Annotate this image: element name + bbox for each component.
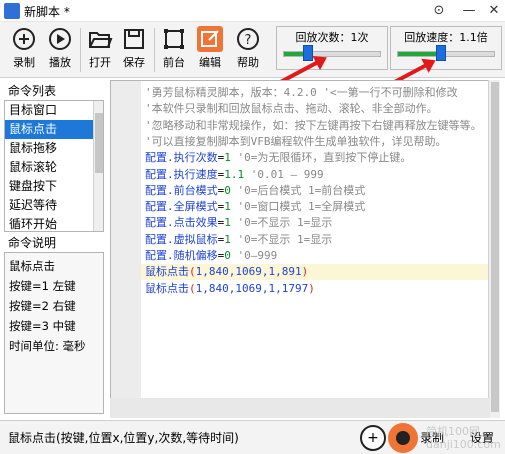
record-status-icon xyxy=(388,423,418,453)
code-line[interactable]: 5配置.执行次数=1 '0=为无限循环，直到按下停止键。 xyxy=(141,150,499,166)
play-count-label: 回放次数：1次 xyxy=(295,31,369,44)
code-line[interactable]: 12鼠标点击(1,840,1069,1,891) xyxy=(141,264,499,281)
command-syntax-hint: 鼠标点击(按键,位置x,位置y,次数,等待时间) xyxy=(8,431,239,445)
record-label: 录制 xyxy=(13,56,35,69)
desc-line: 时间单位: 毫秒 xyxy=(9,339,86,353)
code-text: '勇芳鼠标精灵脚本，版本：4.2.0 '<一第一行不可删除和修改 xyxy=(145,86,458,99)
help-icon: ? xyxy=(237,28,259,50)
scroll-thumb[interactable] xyxy=(95,113,103,173)
window-title: 新脚本 * xyxy=(24,5,70,19)
edit-button[interactable]: 编辑 xyxy=(192,24,228,74)
code-line[interactable]: 7配置.前台模式=0 '0=后台模式 1=前台模式 xyxy=(141,183,499,199)
code-text: 配置.前台模式=0 '0=后台模式 1=前台模式 xyxy=(145,183,366,197)
editor-vertical-scrollbar[interactable] xyxy=(488,80,500,418)
editor-horizontal-scrollbar[interactable] xyxy=(110,398,490,418)
code-line[interactable]: 6配置.执行速度=1.1 '0.01 — 999 xyxy=(141,167,499,183)
code-text: '本软件只录制和回放鼠标点击、拖动、滚轮、非全部动作。 xyxy=(145,102,438,116)
code-text: 配置.全屏模式=1 '0=窗口模式 1=全屏模式 xyxy=(145,200,366,214)
code-text: 配置.随机偏移=0 '0—999 xyxy=(145,249,278,262)
floppy-disk-icon xyxy=(124,29,144,49)
play-speed-slider-box: 回放速度：1.1倍 xyxy=(390,26,502,70)
code-line[interactable]: 9配置.点击效果=1 '0=不显示 1=显示 xyxy=(141,215,499,231)
play-label: 播放 xyxy=(49,56,71,69)
minimize-button[interactable]: — xyxy=(455,0,483,22)
command-list[interactable]: 目标窗口 鼠标点击 鼠标拖移 鼠标滚轮 键盘按下 延迟等待 循环开始 xyxy=(4,100,104,232)
foreground-button[interactable]: 前台 xyxy=(156,24,192,74)
code-text: 配置.点击效果=1 '0=不显示 1=显示 xyxy=(145,216,333,230)
list-item[interactable]: 目标窗口 xyxy=(5,101,93,120)
code-line[interactable]: 1'勇芳鼠标精灵脚本，版本：4.2.0 '<一第一行不可删除和修改 xyxy=(141,85,499,101)
command-description: 鼠标点击 按键=1 左键 按键=2 右键 按键=3 中键 时间单位: 毫秒 xyxy=(4,252,104,414)
record-toggle-button[interactable]: + xyxy=(360,425,386,451)
foreground-label: 前台 xyxy=(163,56,185,69)
code-text: '忽略移动和非常规操作，如：按下左键再按下右键再释放左键等等。 xyxy=(145,118,482,132)
code-line[interactable]: 11配置.随机偏移=0 '0—999 xyxy=(141,248,499,264)
app-icon xyxy=(4,3,20,19)
plus-circle-icon xyxy=(13,28,35,50)
play-circle-icon xyxy=(49,28,71,50)
code-text: 鼠标点击(1,840,1069,1,1797) xyxy=(145,281,315,295)
code-text: 配置.执行速度=1.1 '0.01 — 999 xyxy=(145,167,324,181)
pin-icon[interactable]: ⊙ xyxy=(425,0,453,22)
list-item[interactable]: 键盘按下 xyxy=(5,177,93,196)
line-number-gutter xyxy=(111,81,141,417)
status-bar: 鼠标点击(按键,位置x,位置y,次数,等待时间) + 录制 设置 简机100网 d… xyxy=(0,420,505,454)
play-speed-fill xyxy=(398,52,442,56)
close-button[interactable]: ✕ xyxy=(480,0,505,22)
code-line[interactable]: 3'忽略移动和非常规操作，如：按下左键再按下右键再释放左键等等。 xyxy=(141,118,499,134)
svg-text:?: ? xyxy=(245,33,252,48)
cmd-list-title: 命令列表 xyxy=(8,84,57,98)
list-item[interactable]: 鼠标拖移 xyxy=(5,139,93,158)
code-line[interactable]: 2'本软件只录制和回放鼠标点击、拖动、滚轮、非全部动作。 xyxy=(141,101,499,117)
frame-icon xyxy=(164,29,184,49)
play-count-track[interactable] xyxy=(283,51,381,57)
title-bar: 新脚本 * ⊙ — ✕ xyxy=(0,0,505,22)
left-panel: 命令列表 目标窗口 鼠标点击 鼠标拖移 鼠标滚轮 键盘按下 延迟等待 循环开始 … xyxy=(4,80,104,416)
list-item[interactable]: 鼠标滚轮 xyxy=(5,158,93,177)
code-text: '可以直接复制脚本到VFB编程软件生成单独软件，详见帮助。 xyxy=(145,134,447,148)
folder-open-icon xyxy=(89,32,113,48)
toolbar-separator xyxy=(80,28,81,72)
list-item[interactable]: 延迟等待 xyxy=(5,196,93,215)
desc-line: 按键=3 中键 xyxy=(9,319,76,333)
script-editor[interactable]: 1'勇芳鼠标精灵脚本，版本：4.2.0 '<一第一行不可删除和修改2'本软件只录… xyxy=(110,80,500,418)
play-button[interactable]: 播放 xyxy=(42,24,78,74)
command-list-scrollbar[interactable] xyxy=(93,101,103,231)
desc-line: 按键=1 左键 xyxy=(9,279,76,293)
save-button[interactable]: 保存 xyxy=(116,24,152,74)
open-label: 打开 xyxy=(89,56,111,69)
code-line[interactable]: 10配置.虚拟鼠标=1 '0=不显示 1=显示 xyxy=(141,232,499,248)
play-count-thumb[interactable] xyxy=(302,45,313,61)
help-label: 帮助 xyxy=(237,56,259,69)
watermark-logo: 简机100网 danji100.com xyxy=(426,425,501,451)
help-button[interactable]: ? 帮助 xyxy=(230,24,266,74)
edit-label: 编辑 xyxy=(199,56,221,69)
code-text: 配置.虚拟鼠标=1 '0=不显示 1=显示 xyxy=(145,232,333,246)
save-label: 保存 xyxy=(123,56,145,69)
list-item[interactable]: 循环开始 xyxy=(5,215,93,231)
desc-line: 按键=2 右键 xyxy=(9,299,76,313)
code-line[interactable]: 4'可以直接复制脚本到VFB编程软件生成单独软件，详见帮助。 xyxy=(141,134,499,150)
code-line[interactable]: 8配置.全屏模式=1 '0=窗口模式 1=全屏模式 xyxy=(141,199,499,215)
code-line[interactable]: 13鼠标点击(1,840,1069,1,1797) xyxy=(141,281,499,297)
desc-line: 鼠标点击 xyxy=(9,259,55,273)
edit-icon xyxy=(197,26,223,52)
open-button[interactable]: 打开 xyxy=(82,24,118,74)
play-speed-thumb[interactable] xyxy=(436,45,447,61)
scroll-thumb[interactable] xyxy=(491,82,499,412)
toolbar-separator xyxy=(154,28,155,72)
play-count-slider-box: 回放次数：1次 xyxy=(276,26,388,70)
play-speed-label: 回放速度：1.1倍 xyxy=(404,31,488,44)
list-item-selected[interactable]: 鼠标点击 xyxy=(5,120,93,139)
record-button[interactable]: 录制 xyxy=(6,24,42,74)
code-text: 配置.执行次数=1 '0=为无限循环，直到按下停止键。 xyxy=(145,151,412,165)
code-text: 鼠标点击(1,840,1069,1,891) xyxy=(145,265,309,279)
desc-title: 命令说明 xyxy=(8,236,57,250)
code-area[interactable]: 1'勇芳鼠标精灵脚本，版本：4.2.0 '<一第一行不可删除和修改2'本软件只录… xyxy=(141,81,499,417)
